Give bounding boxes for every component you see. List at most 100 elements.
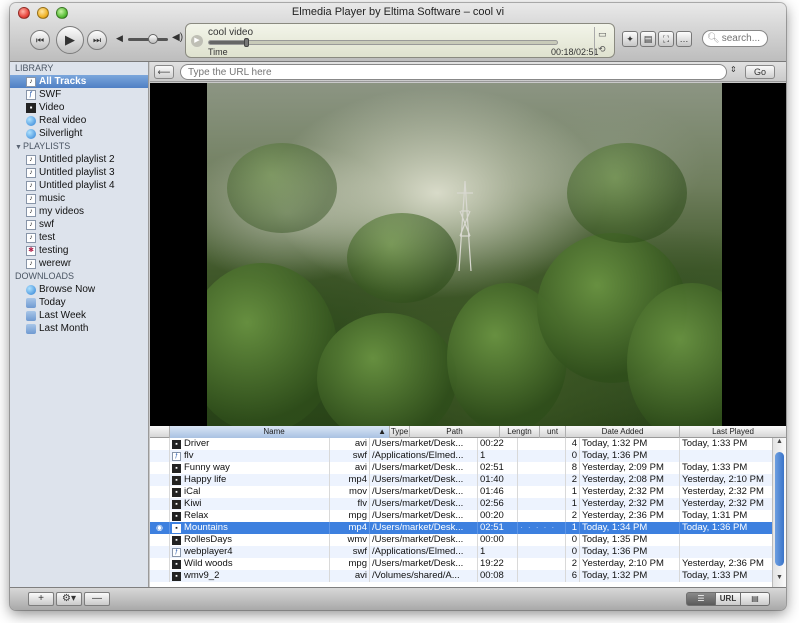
table-row[interactable]: ƒ flv swf/Applications/Elmed... 1 0 Today, 1:… <box>150 450 772 462</box>
track-count-cell: 1 <box>566 522 580 534</box>
sidebar-item-today[interactable]: Today <box>10 296 148 309</box>
track-path-cell: /Applications/Elmed... <box>370 450 478 462</box>
table-row[interactable]: ▪ Kiwi flv/Users/market/Desk... 02:56 1 Yeste… <box>150 498 772 510</box>
table-row[interactable]: ▪ Driver avi/Users/market/Desk... 00:22 4 Tod… <box>150 438 772 450</box>
go-button[interactable]: Go <box>745 65 775 79</box>
previous-track-button[interactable]: ⏮ <box>30 30 50 50</box>
sidebar-item-real-video[interactable]: Real video <box>10 114 148 127</box>
now-playing-indicator <box>150 546 170 558</box>
table-row[interactable]: ƒ webplayer4 swf/Applications/Elmed... 1 0 To… <box>150 546 772 558</box>
back-button[interactable]: ⟵ <box>154 65 174 79</box>
sidebar-playlist-item[interactable]: ♪ swf <box>10 218 148 231</box>
table-row[interactable]: ▪ Relax mpg/Users/market/Desk... 00:20 2 Yest… <box>150 510 772 522</box>
track-last-played-cell: Today, 1:36 PM <box>682 522 748 533</box>
search-field[interactable]: 🔍︎ <box>702 30 768 47</box>
column-header-indicator[interactable] <box>150 426 170 438</box>
track-type-cell: avi <box>330 570 370 582</box>
playlist-view-button[interactable]: ▤ <box>640 31 656 47</box>
track-path-cell: /Users/market/Desk... <box>370 462 478 474</box>
toolbar: Elmedia Player by Eltima Software – cool… <box>10 3 786 62</box>
volume-slider-knob[interactable] <box>148 34 158 44</box>
remove-button[interactable]: — <box>84 592 110 606</box>
app-window: Elmedia Player by Eltima Software – cool… <box>10 3 786 610</box>
scroll-up-icon[interactable]: ▲ <box>774 438 785 445</box>
track-length-cell: 02:56 <box>478 498 518 510</box>
sidebar-item-all-tracks[interactable]: ♪ All Tracks <box>10 75 148 88</box>
fullscreen-button[interactable]: ⛶ <box>658 31 674 47</box>
sidebar-playlist-item[interactable]: ♪ music <box>10 192 148 205</box>
track-rating-cell <box>518 510 566 522</box>
sidebar-playlist-item[interactable]: ♪ Untitled playlist 3 <box>10 166 148 179</box>
playlists-header[interactable]: ▼PLAYLISTS <box>10 140 148 153</box>
more-button[interactable]: … <box>676 31 692 47</box>
track-name: Funny way <box>184 462 230 473</box>
now-playing-indicator <box>150 570 170 582</box>
video-frame <box>207 83 722 426</box>
track-name-cell: ▪ Kiwi <box>170 498 330 510</box>
track-count-cell: 0 <box>566 450 580 462</box>
grid-view-button[interactable]: ▤ <box>740 592 770 606</box>
table-row[interactable]: ▪ Happy life mp4/Users/market/Desk... 01:40… <box>150 474 772 486</box>
playlist-icon: ♪ <box>26 167 36 178</box>
column-header-path[interactable]: Path <box>410 426 500 438</box>
sidebar-item-browse-now[interactable]: Browse Now <box>10 283 148 296</box>
repeat-icon[interactable]: ⟲ <box>598 44 606 55</box>
table-row[interactable]: ▪ Wild woods mpg/Users/market/Desk... 19:22… <box>150 558 772 570</box>
sidebar-item-swf[interactable]: ƒ SWF <box>10 88 148 101</box>
next-track-button[interactable]: ⏭ <box>87 30 107 50</box>
film-icon: ▪ <box>172 511 181 521</box>
table-row[interactable]: ▪ RollesDays wmv/Users/market/Desk... 00:00… <box>150 534 772 546</box>
column-header-length[interactable]: Lengtn <box>500 426 540 438</box>
disclosure-triangle-icon: ▼ <box>15 144 22 151</box>
column-header-count[interactable]: unt <box>540 426 566 438</box>
sidebar-playlist-item[interactable]: ♪ Untitled playlist 2 <box>10 153 148 166</box>
vertical-scrollbar[interactable]: ▲ ▼ <box>772 438 786 587</box>
playlist-icon: ♪ <box>26 232 36 243</box>
url-history-stepper[interactable]: ⇕ <box>730 65 737 74</box>
table-row[interactable]: ◉ ▪ Mountains mp4/Users/market/Desk... 02:51… <box>150 522 772 534</box>
sidebar-playlist-item[interactable]: ♪ my videos <box>10 205 148 218</box>
sidebar-item-video[interactable]: ▪ Video <box>10 101 148 114</box>
sidebar-playlist-item[interactable]: ✱ testing <box>10 244 148 257</box>
sidebar-item-silverlight[interactable]: Silverlight <box>10 127 148 140</box>
sidebar-item-label: Last Month <box>39 323 89 334</box>
add-button[interactable]: + <box>28 592 54 606</box>
sidebar-playlist-item[interactable]: ♪ Untitled playlist 4 <box>10 179 148 192</box>
track-type-cell: mp4 <box>330 474 370 486</box>
track-type-cell: avi <box>330 462 370 474</box>
table-row[interactable]: ▪ wmv9_2 avi/Volumes/shared/A... 00:08 6 Toda… <box>150 570 772 582</box>
column-header-name[interactable]: Name ▲ <box>170 426 390 438</box>
time-label: Time <box>208 47 228 57</box>
sidebar-playlist-item[interactable]: ♪ werewr <box>10 257 148 270</box>
gear-menu-button[interactable]: ⚙▾ <box>56 592 82 606</box>
playback-progress-bar[interactable] <box>208 38 558 47</box>
doc-icon: ƒ <box>172 547 181 557</box>
table-row[interactable]: ▪ iCal mov/Users/market/Desk... 01:46 1 Yeste… <box>150 486 772 498</box>
video-viewport[interactable] <box>150 83 786 426</box>
downloads-header: DOWNLOADS <box>15 271 75 281</box>
scroll-down-icon[interactable]: ▼ <box>774 574 785 581</box>
film-icon: ▪ <box>172 559 181 569</box>
column-header-last-played[interactable]: Last Played <box>680 426 786 438</box>
globe-icon <box>26 128 36 139</box>
playback-scrubber[interactable] <box>243 38 249 47</box>
sidebar-item-label: swf <box>39 219 54 230</box>
sidebar-item-last-month[interactable]: Last Month <box>10 322 148 335</box>
list-view-button[interactable]: ☰ <box>686 592 716 606</box>
column-header-type[interactable]: Type <box>390 426 410 438</box>
play-button[interactable]: ▶ <box>56 26 84 54</box>
pin-button[interactable]: ✦ <box>622 31 638 47</box>
airplay-icon[interactable]: ▭ <box>598 29 607 40</box>
column-header-date-added[interactable]: Date Added <box>566 426 680 438</box>
url-input[interactable] <box>180 64 727 80</box>
search-input[interactable] <box>721 31 768 46</box>
track-count-cell: 0 <box>566 534 580 546</box>
url-view-button[interactable]: URL <box>715 592 741 606</box>
sidebar-playlist-item[interactable]: ♪ test <box>10 231 148 244</box>
track-name: RollesDays <box>184 534 233 545</box>
track-length-cell: 00:22 <box>478 438 518 450</box>
scrollbar-thumb[interactable] <box>775 452 784 566</box>
sidebar-item-last-week[interactable]: Last Week <box>10 309 148 322</box>
film-icon: ▪ <box>172 499 181 509</box>
table-row[interactable]: ▪ Funny way avi/Users/market/Desk... 02:51 8… <box>150 462 772 474</box>
